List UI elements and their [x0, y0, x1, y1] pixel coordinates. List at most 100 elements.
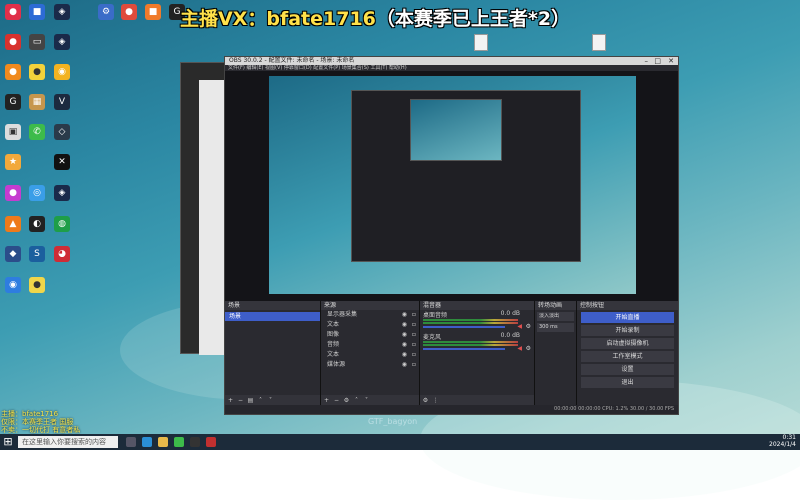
desktop-app-icon[interactable]: ▣ [5, 124, 21, 140]
desktop-app-icon[interactable]: ● [29, 277, 45, 293]
up-icon[interactable]: ˄ [353, 397, 360, 404]
desktop-app-icon[interactable]: ● [121, 4, 137, 20]
source-item[interactable]: 音频 ◉ ▫ [321, 340, 419, 350]
desktop-app-icon[interactable]: ◈ [54, 4, 70, 20]
close-icon[interactable]: ✕ [668, 57, 674, 65]
desktop-app-icon[interactable]: ● [29, 64, 45, 80]
system-tray[interactable]: 0:31 2024/1/4 [769, 434, 796, 450]
lock-icon[interactable]: ▫ [412, 340, 416, 350]
desktop-app-icon[interactable]: S [29, 246, 45, 262]
desktop-app-icon[interactable]: ◉ [5, 277, 21, 293]
desktop-app-icon[interactable]: ▲ [5, 216, 21, 232]
desktop-app-icon[interactable]: ■ [29, 4, 45, 20]
down-icon[interactable]: ˅ [267, 397, 274, 404]
volume-meter [423, 319, 518, 321]
app-icon: ◍ [58, 219, 66, 229]
gear-icon[interactable]: ⚙ [526, 323, 531, 330]
add-icon[interactable]: + [323, 397, 330, 404]
wechat-icon[interactable] [174, 437, 184, 447]
desktop-app-icon[interactable]: ◎ [29, 185, 45, 201]
eye-icon[interactable]: ◉ [402, 330, 407, 340]
gear-icon[interactable]: ⚙ [343, 397, 350, 404]
desktop-app-icon[interactable]: ✆ [29, 124, 45, 140]
volume-slider[interactable] [423, 326, 505, 328]
exit-button[interactable]: 退出 [581, 377, 674, 388]
eye-icon[interactable]: ◉ [402, 350, 407, 360]
taskbar-search-input[interactable]: 在这里输入你要搜索的内容 [18, 436, 118, 448]
eye-icon[interactable]: ◉ [402, 340, 407, 350]
game-taskbar-icon[interactable] [206, 437, 216, 447]
volume-slider[interactable] [423, 348, 505, 350]
desktop-app-icon[interactable]: ■ [145, 4, 161, 20]
scene-item[interactable]: 场景 [225, 312, 320, 321]
source-item[interactable]: 媒体源 ◉ ▫ [321, 360, 419, 370]
desktop-app-icon[interactable]: ◕ [54, 246, 70, 262]
desktop-app-icon[interactable]: ★ [5, 154, 21, 170]
eye-icon[interactable]: ◉ [402, 320, 407, 330]
desktop-app-icon[interactable]: ◆ [5, 246, 21, 262]
lock-icon[interactable]: ▫ [412, 350, 416, 360]
speaker-icon[interactable]: ◀ [517, 323, 522, 330]
desktop-app-icon[interactable]: ⚙ [98, 4, 114, 20]
eye-icon[interactable]: ◉ [402, 360, 407, 370]
start-streaming-button[interactable]: 开始直播 [581, 312, 674, 323]
virtual-camera-button[interactable]: 启动虚拟摄像机 [581, 338, 674, 349]
obs-titlebar[interactable]: OBS 30.0.2 - 配置文件: 未命名 - 场景: 未命名 – □ ✕ [225, 57, 678, 65]
task-view-icon[interactable] [126, 437, 136, 447]
minimize-icon[interactable]: – [645, 57, 649, 65]
lock-icon[interactable]: ▫ [412, 320, 416, 330]
desktop-app-icon[interactable]: ◉ [54, 64, 70, 80]
transition-type-select[interactable]: 淡入淡出 [537, 312, 574, 321]
desktop-app-icon[interactable]: ▦ [29, 94, 45, 110]
volume-meter [423, 341, 518, 343]
volume-meter [423, 322, 518, 324]
lock-icon[interactable]: ▫ [412, 310, 416, 320]
add-icon[interactable]: + [227, 397, 234, 404]
gear-icon[interactable]: ⚙ [526, 345, 531, 352]
desktop-app-icon[interactable]: ◈ [54, 34, 70, 50]
down-icon[interactable]: ˅ [363, 397, 370, 404]
maximize-icon[interactable]: □ [654, 57, 661, 65]
remove-icon[interactable]: − [237, 397, 244, 404]
eye-icon[interactable]: ◉ [402, 310, 407, 320]
lock-icon[interactable]: ▫ [412, 330, 416, 340]
obs-window[interactable]: OBS 30.0.2 - 配置文件: 未命名 - 场景: 未命名 – □ ✕ 文… [224, 56, 679, 415]
desktop-app-icon[interactable]: ◇ [54, 124, 70, 140]
file-icon[interactable] [474, 34, 488, 51]
desktop-app-icon[interactable]: ● [5, 4, 21, 20]
desktop-app-icon[interactable]: ● [5, 34, 21, 50]
desktop-app-icon[interactable]: ● [5, 185, 21, 201]
desktop-app-icon[interactable]: ◍ [54, 216, 70, 232]
source-item[interactable]: 图像 ◉ ▫ [321, 330, 419, 340]
desktop-app-icon[interactable]: ▭ [29, 34, 45, 50]
source-item[interactable]: 文本 ◉ ▫ [321, 320, 419, 330]
explorer-icon[interactable] [158, 437, 168, 447]
app-icon: ▣ [8, 127, 18, 137]
filter-icon[interactable]: ▤ [247, 397, 254, 404]
remove-icon[interactable]: − [333, 397, 340, 404]
obs-taskbar-icon[interactable] [190, 437, 200, 447]
app-icon: ◐ [33, 219, 41, 229]
gear-icon[interactable]: ⚙ [422, 397, 429, 404]
edge-icon[interactable] [142, 437, 152, 447]
desktop-app-icon[interactable]: V [54, 94, 70, 110]
start-recording-button[interactable]: 开始录制 [581, 325, 674, 336]
lock-icon[interactable]: ▫ [412, 360, 416, 370]
studio-mode-button[interactable]: 工作室模式 [581, 351, 674, 362]
desktop-app-icon[interactable]: ✕ [54, 154, 70, 170]
file-icon[interactable] [592, 34, 606, 51]
desktop-app-icon[interactable]: G [5, 94, 21, 110]
source-item[interactable]: 文本 ◉ ▫ [321, 350, 419, 360]
settings-button[interactable]: 设置 [581, 364, 674, 375]
more-icon[interactable]: ⋮ [432, 397, 439, 404]
windows-start-icon[interactable]: ⊞ [2, 436, 14, 448]
watermark-text: GTF_bagyon [368, 417, 418, 426]
desktop-app-icon[interactable]: ● [5, 64, 21, 80]
speaker-icon[interactable]: ◀ [517, 345, 522, 352]
source-item[interactable]: 显示器采集 ◉ ▫ [321, 310, 419, 320]
up-icon[interactable]: ˄ [257, 397, 264, 404]
transition-duration[interactable]: 300 ms [537, 323, 574, 332]
source-label: 媒体源 [327, 361, 346, 368]
desktop-app-icon[interactable]: ◐ [29, 216, 45, 232]
desktop-app-icon[interactable]: ◈ [54, 185, 70, 201]
